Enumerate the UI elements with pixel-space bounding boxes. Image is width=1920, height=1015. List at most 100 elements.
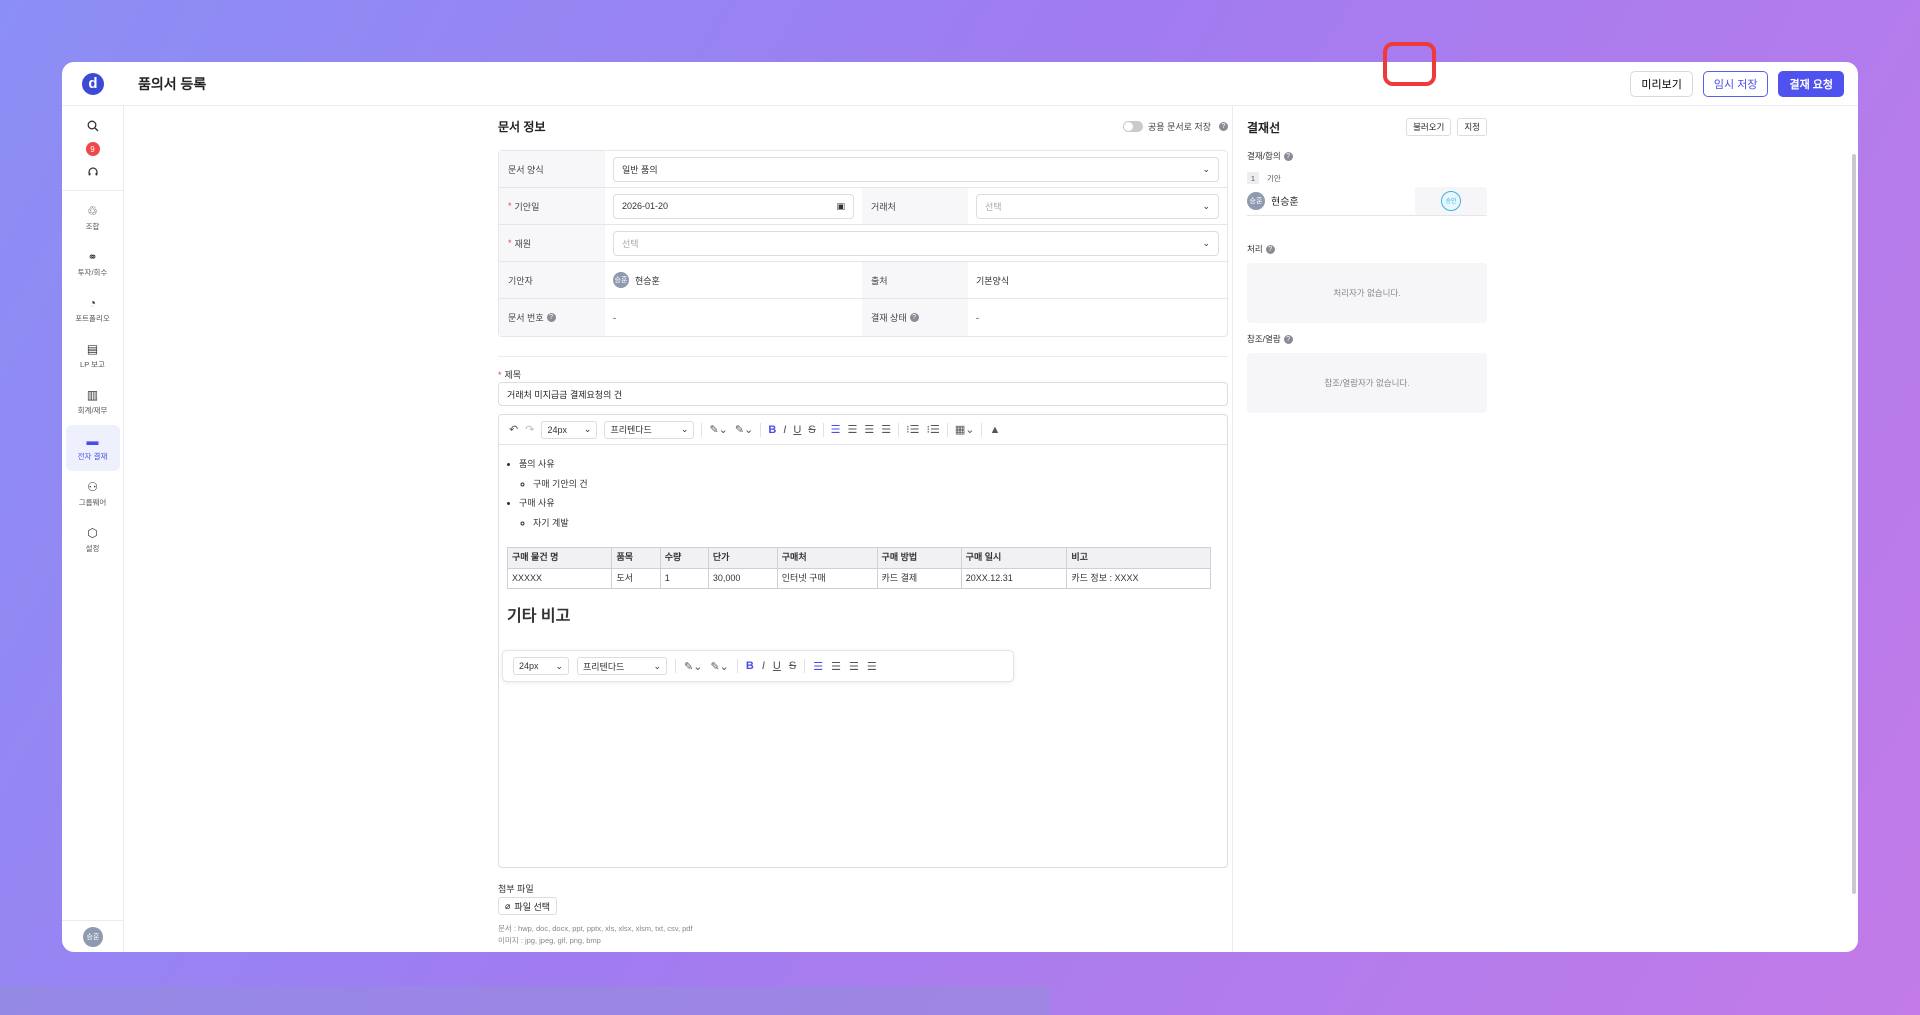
settings-icon: ⬡ [87, 526, 98, 540]
file-select-button[interactable]: ⌀ 파일 선택 [498, 897, 558, 915]
reference-empty: 참조/열람자가 없습니다. [1247, 353, 1487, 413]
logo[interactable]: d [62, 62, 124, 106]
bold-icon[interactable]: B [768, 424, 776, 436]
approval-stamp-icon: 승인 [1441, 190, 1461, 211]
group-icon: ⚇ [87, 480, 98, 494]
toggle-switch[interactable] [1123, 121, 1144, 132]
help-icon: ? [1283, 335, 1293, 345]
drafter-avatar: 승훈 [613, 272, 629, 288]
align-left-icon[interactable]: ☰ [831, 423, 841, 436]
pie-icon: ◔ [88, 296, 97, 310]
union-icon: ♲ [87, 204, 98, 218]
report-icon: ▤ [86, 342, 99, 356]
doc-info-title: 문서 정보 [498, 120, 546, 134]
chevron-down-icon: ⌄ [1202, 200, 1210, 211]
finance-source-select[interactable]: 선택 ⌄ [613, 230, 1219, 256]
font-size-select[interactable]: 24px ⌄ [541, 420, 598, 439]
sidebar-item-union[interactable]: ♲ 조합 [66, 195, 120, 241]
shared-doc-toggle[interactable]: 공용 문서로 저장? [1123, 120, 1228, 133]
image-icon[interactable]: ▲ [989, 424, 1000, 436]
accounting-icon: ▥ [86, 388, 99, 402]
highlight-icon[interactable]: ✎⌄ [710, 660, 728, 673]
sidebar-item-invest[interactable]: ⚭ 투자/회수 [66, 241, 120, 287]
inbox-icon: ▬ [86, 434, 99, 448]
process-empty: 처리자가 없습니다. [1247, 263, 1487, 323]
bottom-strip [0, 986, 1050, 1015]
chevron-down-icon: ⌄ [1202, 237, 1210, 248]
headset-icon[interactable] [62, 158, 123, 186]
chevron-down-icon: ⌄ [653, 660, 661, 671]
bold-icon[interactable]: B [746, 660, 754, 672]
subject-input[interactable]: 거래처 미지급금 결제요청의 건 [498, 382, 1228, 406]
redo-icon[interactable]: ↷ [525, 423, 534, 436]
load-approval-line-button[interactable]: 불러오기 [1406, 118, 1452, 136]
align-justify-icon[interactable]: ☰ [881, 423, 891, 436]
purchase-table[interactable]: 구매 물건 명 품목 수량 단가 구매처 구매 방법 구매 일시 비고 XXXX… [506, 547, 1211, 589]
invest-icon: ⚭ [87, 250, 98, 264]
vendor-select[interactable]: 선택 ⌄ [976, 193, 1219, 219]
underline-icon[interactable]: U [773, 660, 781, 672]
submit-approval-button[interactable]: 결재 요청 [1778, 71, 1844, 97]
sidebar-item-groupware[interactable]: ⚇ 그룹웨어 [66, 471, 120, 517]
help-icon: ? [909, 313, 919, 322]
editor-content[interactable]: 품의 사유 구매 기안의 건 구매 사유 자기 계발 구매 물건 명 품목 수량… [499, 445, 1227, 637]
table-icon[interactable]: ▦⌄ [955, 423, 975, 436]
sidebar-item-e-approval[interactable]: ▬ 전자 결재 [65, 425, 120, 471]
help-icon: ? [1265, 245, 1275, 255]
preview-button[interactable]: 미리보기 [1630, 71, 1693, 97]
temp-save-button[interactable]: 임시 저장 [1702, 71, 1769, 97]
draft-date-input[interactable]: 2026-01-20 ▣ [613, 193, 854, 219]
font-size-select[interactable]: 24px ⌄ [513, 657, 569, 675]
document-form: 문서 정보 공용 문서로 저장? 문서 양식 일반 품의 ⌄ * 기안일 2026-… [498, 106, 1228, 952]
underline-icon[interactable]: U [793, 424, 801, 436]
undo-icon[interactable]: ↶ [509, 423, 518, 436]
scrollbar[interactable] [1852, 154, 1856, 894]
align-right-icon[interactable]: ☰ [849, 660, 859, 673]
italic-icon[interactable]: I [762, 660, 765, 672]
page-title: 품의서 등록 [138, 75, 207, 92]
help-icon: ? [1283, 152, 1293, 162]
align-justify-icon[interactable]: ☰ [867, 660, 877, 673]
align-center-icon[interactable]: ☰ [831, 660, 841, 673]
editor-toolbar: ↶ ↷ 24px ⌄ 프리텐다드 ⌄ ✎⌄ ✎⌄ B I U S ☰ ☰ ☰ ☰ ⁝… [499, 415, 1227, 445]
sidebar-item-settings[interactable]: ⬡ 설정 [66, 517, 120, 563]
help-icon: ? [546, 313, 556, 322]
font-family-select[interactable]: 프리텐다드 ⌄ [604, 420, 695, 439]
text-color-icon[interactable]: ✎⌄ [709, 423, 727, 436]
highlight-icon[interactable]: ✎⌄ [735, 423, 753, 436]
strike-icon[interactable]: S [789, 660, 796, 672]
align-left-icon[interactable]: ☰ [813, 660, 823, 673]
rich-text-editor[interactable]: ↶ ↷ 24px ⌄ 프리텐다드 ⌄ ✎⌄ ✎⌄ B I U S ☰ ☰ ☰ ☰ ⁝… [498, 414, 1228, 868]
text-color-icon[interactable]: ✎⌄ [684, 660, 702, 673]
align-right-icon[interactable]: ☰ [864, 423, 874, 436]
highlight-annotation [1383, 42, 1436, 86]
align-center-icon[interactable]: ☰ [848, 423, 858, 436]
form-select[interactable]: 일반 품의 ⌄ [613, 156, 1219, 182]
chevron-down-icon: ⌄ [583, 424, 592, 434]
top-bar: d 품의서 등록 미리보기 임시 저장 결재 요청 [62, 62, 1858, 106]
section-heading: 기타 비고 [507, 608, 571, 625]
ordered-list-icon[interactable]: ⁝☰ [926, 423, 939, 436]
approver-avatar: 승훈 [1247, 191, 1265, 210]
help-icon: ? [1219, 122, 1228, 131]
bullet-list-icon[interactable]: ⁝☰ [906, 423, 919, 436]
calendar-icon[interactable]: ▣ [836, 201, 845, 212]
sidebar: 9 ♲ 조합 ⚭ 투자/회수 ◔ 포트폴리오 ▤ LP 보고 ▥ 회계/재무 ▬ 전자 결재… [62, 106, 124, 952]
sidebar-item-accounting[interactable]: ▥ 회계/재무 [66, 379, 120, 425]
assign-approval-line-button[interactable]: 지정 [1457, 118, 1487, 136]
approver-row: 승훈 현승훈 승인 [1247, 186, 1487, 216]
user-avatar[interactable]: 승훈 [83, 926, 103, 947]
sidebar-item-lp-report[interactable]: ▤ LP 보고 [66, 333, 120, 379]
floating-toolbar: 24px ⌄ 프리텐다드 ⌄ ✎⌄ ✎⌄ B I U S ☰ ☰ ☰ ☰ [502, 650, 1014, 682]
notification-badge[interactable]: 9 [62, 140, 123, 158]
paperclip-icon: ⌀ [505, 900, 511, 911]
chevron-down-icon: ⌄ [555, 660, 563, 671]
font-family-select[interactable]: 프리텐다드 ⌄ [577, 657, 667, 675]
strike-icon[interactable]: S [808, 424, 815, 436]
sidebar-item-portfolio[interactable]: ◔ 포트폴리오 [66, 287, 120, 333]
italic-icon[interactable]: I [783, 424, 786, 436]
search-icon[interactable] [62, 112, 123, 140]
chevron-down-icon: ⌄ [680, 424, 689, 434]
doc-info-table: 문서 양식 일반 품의 ⌄ * 기안일 2026-01-20 ▣ 거래처 선택 ⌄ * 재… [498, 150, 1228, 337]
app-window: d 품의서 등록 미리보기 임시 저장 결재 요청 9 ♲ 조합 ⚭ 투자/회수 ◔… [62, 62, 1858, 952]
